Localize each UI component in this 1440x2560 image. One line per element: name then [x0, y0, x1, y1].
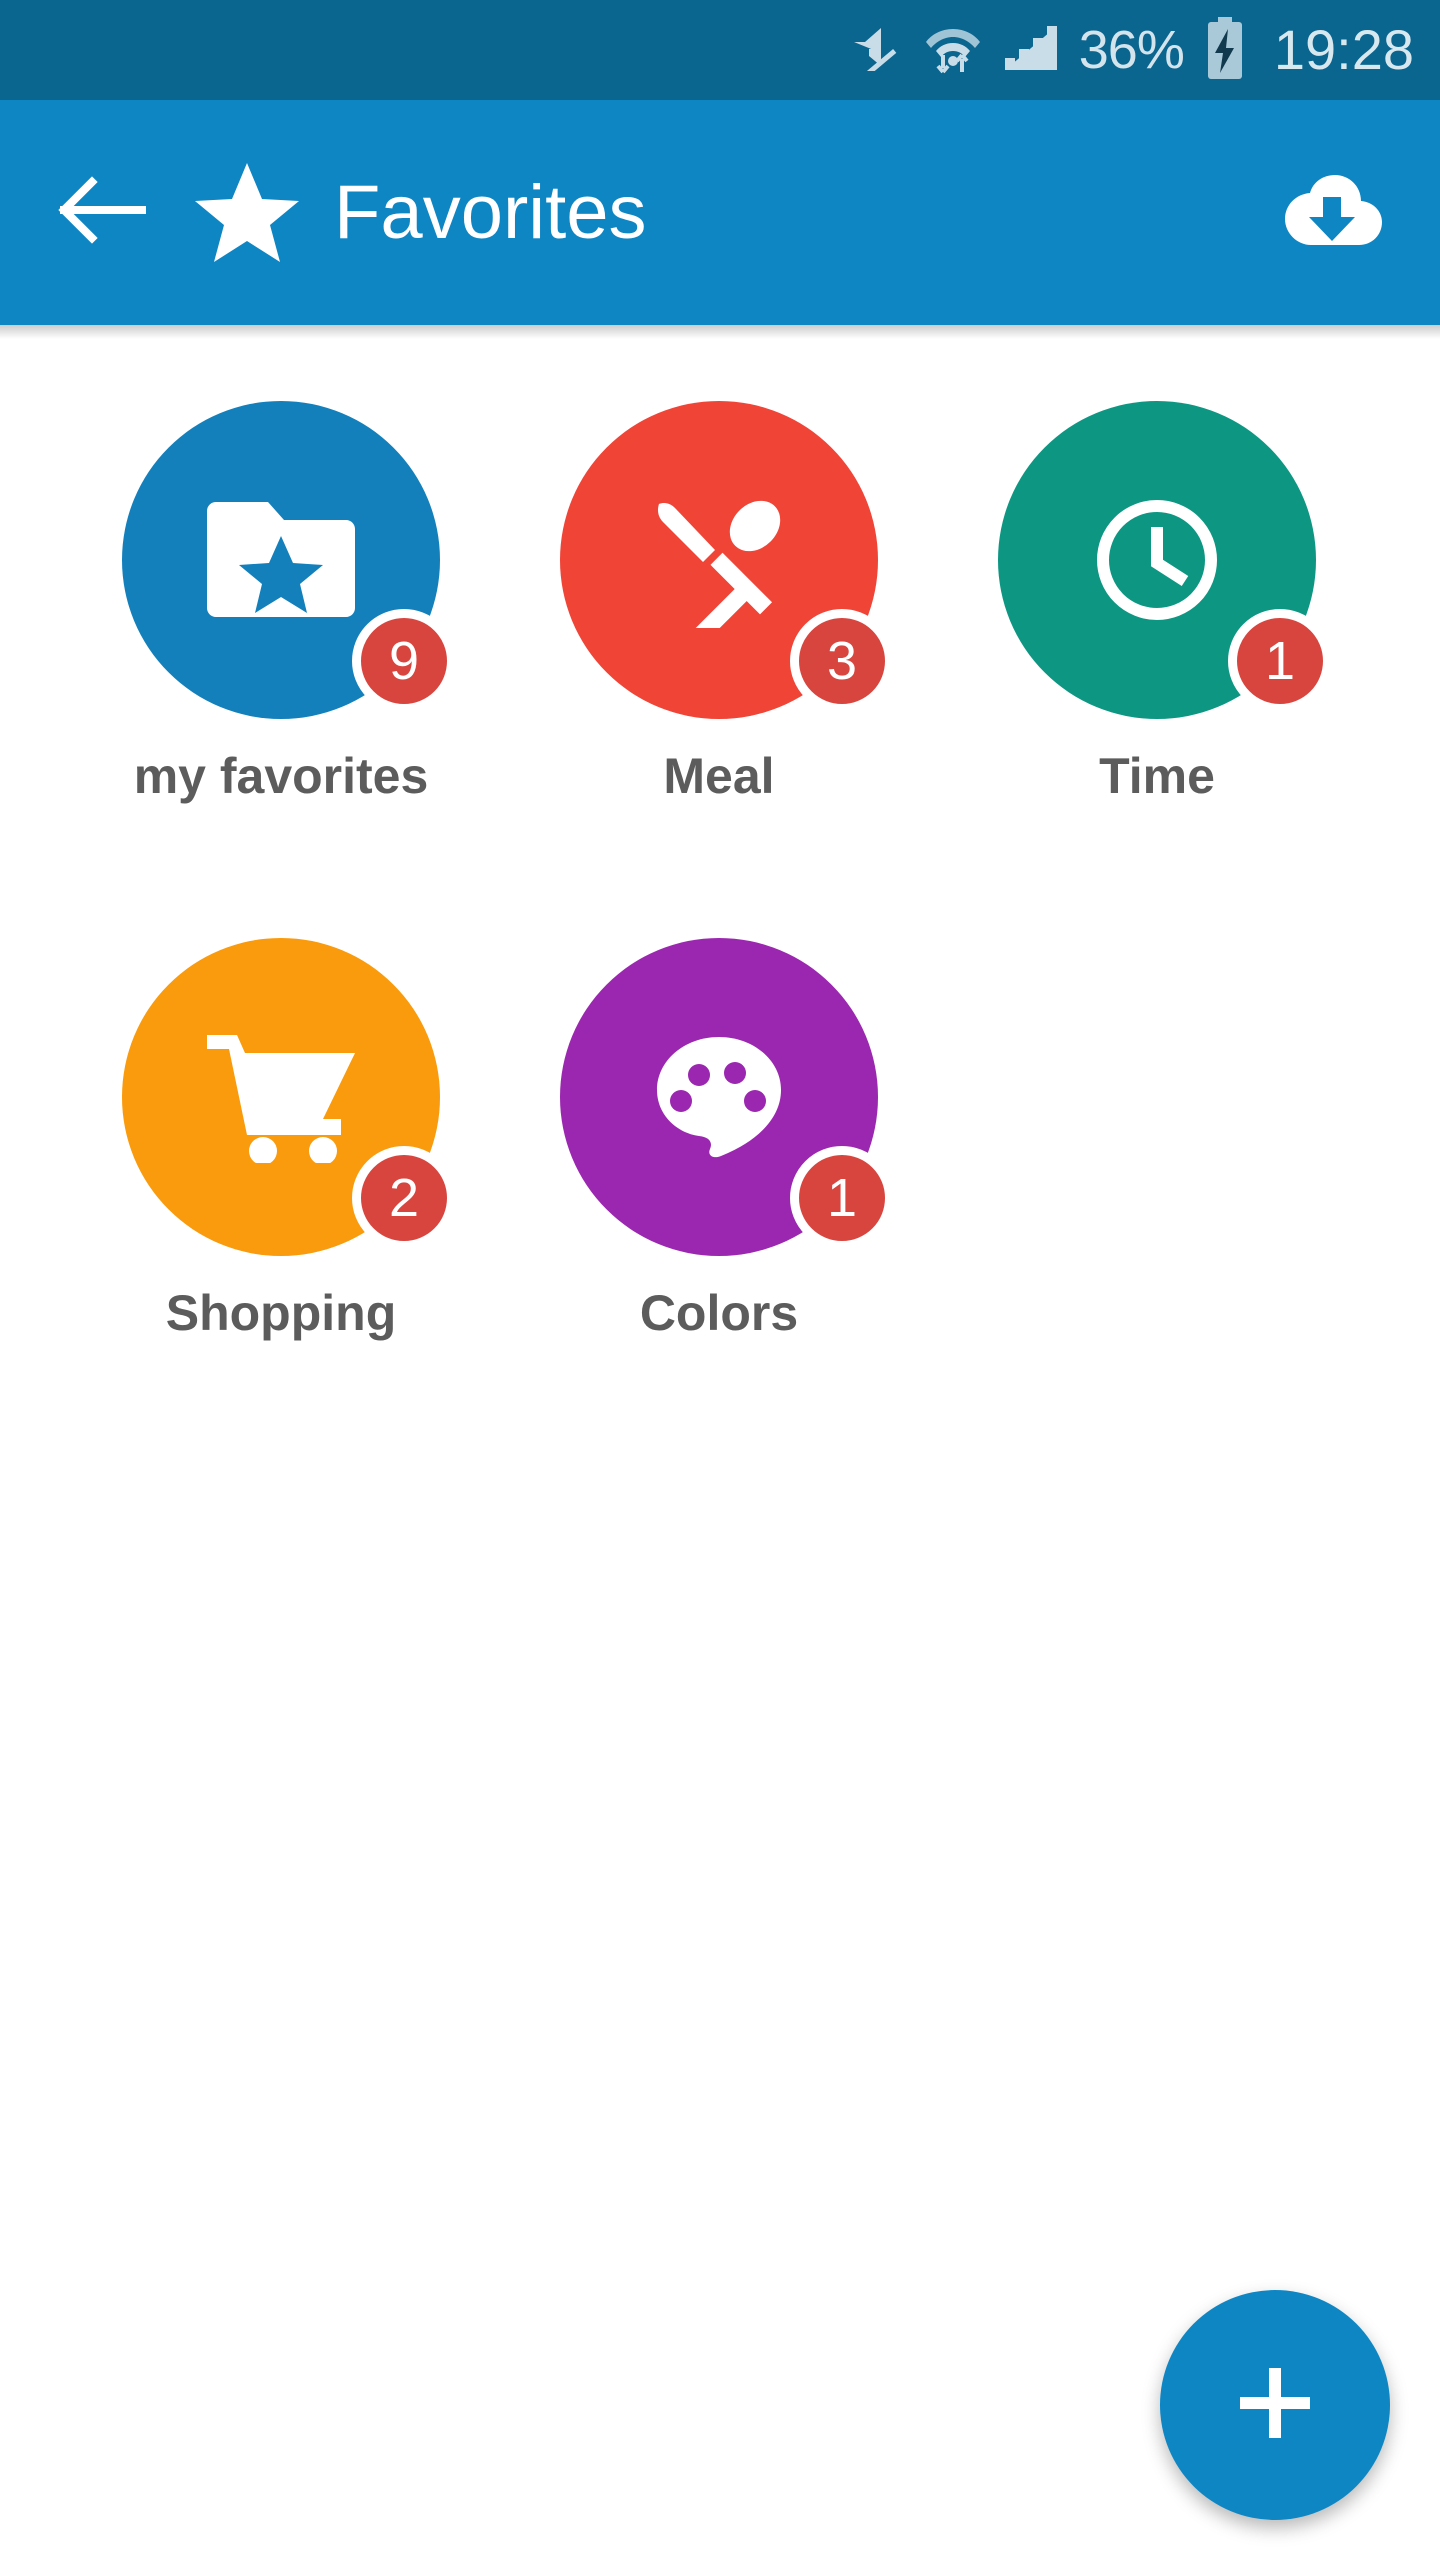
- category-circle-wrap: 9: [122, 401, 456, 719]
- category-circle-wrap: 2: [122, 938, 456, 1256]
- knife-spoon-icon: [649, 492, 789, 628]
- category-circle-wrap: 1: [998, 401, 1332, 719]
- add-favorite-fab[interactable]: [1160, 2290, 1390, 2520]
- category-badge: 3: [790, 609, 894, 713]
- app-bar: Favorites: [0, 100, 1440, 325]
- category-item-meal[interactable]: 3 Meal: [500, 401, 938, 938]
- category-circle-wrap: 3: [560, 401, 894, 719]
- back-button[interactable]: [56, 167, 148, 259]
- cloud-download-icon: [1279, 169, 1383, 256]
- shopping-cart-icon: [205, 1031, 357, 1163]
- page-title: Favorites: [334, 169, 647, 255]
- category-label: Meal: [663, 748, 775, 804]
- category-badge: 2: [352, 1146, 456, 1250]
- category-item-time[interactable]: 1 Time: [938, 401, 1376, 938]
- category-badge: 1: [790, 1146, 894, 1250]
- palette-icon: [655, 1035, 783, 1159]
- status-bar: 36% 19:28: [0, 0, 1440, 100]
- arrow-left-icon: [58, 174, 148, 251]
- category-label: Time: [1099, 748, 1215, 804]
- category-label: Colors: [639, 1285, 799, 1341]
- battery-charging-icon: [1206, 16, 1244, 84]
- category-item-colors[interactable]: 1 Colors: [500, 938, 938, 1475]
- cloud-download-button[interactable]: [1276, 158, 1386, 268]
- status-bar-icons: 36% 19:28: [851, 16, 1414, 84]
- status-bar-clock: 19:28: [1273, 18, 1414, 81]
- star-icon: [192, 161, 302, 265]
- category-badge: 9: [352, 609, 456, 713]
- folder-star-icon: [206, 498, 356, 622]
- mute-icon: [851, 25, 903, 84]
- plus-icon: [1236, 2364, 1314, 2447]
- battery-percent-label: 36%: [1078, 20, 1185, 80]
- category-grid: 9 my favorites 3 Meal 1 Time 2 Shopping …: [62, 401, 1378, 1475]
- category-label: Shopping: [165, 1285, 397, 1341]
- category-item-shopping[interactable]: 2 Shopping: [62, 938, 500, 1475]
- content-area: 9 my favorites 3 Meal 1 Time 2 Shopping …: [0, 339, 1440, 2560]
- category-item-my-favorites[interactable]: 9 my favorites: [62, 401, 500, 938]
- category-badge: 1: [1228, 609, 1332, 713]
- category-circle-wrap: 1: [560, 938, 894, 1256]
- cellular-signal-icon: [1003, 24, 1057, 77]
- category-label: my favorites: [133, 748, 429, 804]
- app-bar-shadow: [0, 325, 1440, 339]
- clock-icon: [1094, 497, 1220, 623]
- wifi-icon: [925, 21, 981, 80]
